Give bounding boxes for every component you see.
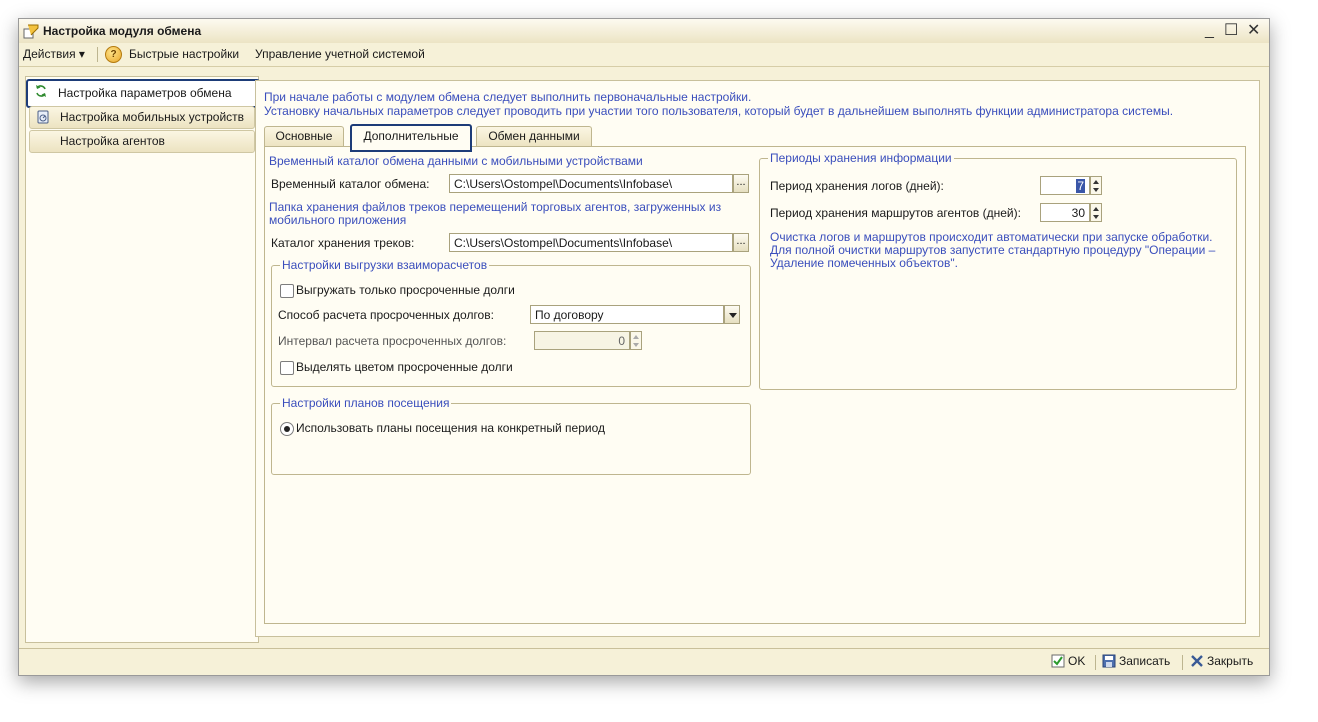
tab-data-exchange[interactable]: Обмен данными [476,126,592,147]
window-title: Настройка модуля обмена [43,24,202,38]
temp-dir-header: Временный каталог обмена данными с мобил… [269,154,643,168]
refresh-icon [36,85,46,97]
visit-plans-group: Настройки планов посещения Использовать … [271,396,751,475]
floppy-disk-icon [1102,654,1116,668]
save-button-label: Записать [1119,654,1171,668]
tab-additional[interactable]: Дополнительные [350,124,472,152]
sidebar-item-agents[interactable]: Настройка агентов [29,130,255,153]
cleanup-note-line-3: Удаление помеченных объектов". [770,256,958,270]
info-text-line-1: При начале работы с модулем обмена следу… [264,90,752,104]
actions-menu[interactable]: Действия ▾ [23,47,85,61]
tab-page-additional: Временный каталог обмена данными с мобил… [264,146,1246,624]
settings-sidebar: Настройка параметров обмена Настройка мо… [25,76,260,643]
routes-period-spinner[interactable] [1090,203,1102,222]
footer-bar: OK Записать Закрыть [19,648,1269,675]
menu-separator [97,47,98,62]
visit-plan-label: Использовать планы посещения на конкретн… [296,421,606,435]
logs-period-input[interactable]: 7 [1040,176,1090,195]
tab-basic[interactable]: Основные [264,126,344,147]
highlight-overdue-checkbox[interactable] [280,361,294,375]
tracks-header-line-1: Папка хранения файлов треков перемещений… [269,200,722,214]
calc-method-select[interactable]: По договору [530,305,724,324]
sidebar-item-label: Настройка агентов [60,134,165,148]
logs-period-value: 7 [1076,179,1085,193]
calc-interval-input: 0 [534,331,630,350]
sidebar-item-mobile-devices[interactable]: Настройка мобильных устройств [29,106,255,129]
temp-dir-input[interactable]: C:\Users\Ostompel\Documents\Infobase\ [449,174,733,193]
footer-separator [1095,655,1096,670]
close-window-button[interactable]: ✕ [1247,21,1260,41]
tracks-dir-input[interactable]: C:\Users\Ostompel\Documents\Infobase\ [449,233,733,252]
app-icon [23,24,39,39]
menu-bar: Действия ▾ ? Быстрые настройки Управлени… [19,43,1269,67]
help-icon[interactable]: ? [105,46,122,63]
visit-plan-radio[interactable] [280,422,294,436]
close-button[interactable]: Закрыть [1190,654,1253,668]
sidebar-item-label: Настройка параметров обмена [58,86,232,100]
ok-check-icon [1051,654,1065,668]
minimize-button[interactable]: _ [1205,21,1214,41]
tracks-dir-label: Каталог хранения треков: [271,236,415,250]
tracks-header-line-2: мобильного приложения [269,213,407,227]
quick-settings-button[interactable]: Быстрые настройки [129,47,239,61]
tracks-dir-browse-button[interactable]: ... [733,233,749,252]
manage-accounting-button[interactable]: Управление учетной системой [255,47,425,61]
close-button-label: Закрыть [1207,654,1254,668]
only-overdue-label: Выгружать только просроченные долги [296,283,515,297]
retention-group-title: Периоды хранения информации [768,151,954,165]
sidebar-item-exchange-params[interactable]: Настройка параметров обмена [26,79,260,108]
save-button[interactable]: Записать [1102,654,1170,668]
close-x-icon [1191,655,1203,667]
visit-group-title: Настройки планов посещения [280,396,452,410]
mobile-device-icon [37,110,49,124]
calc-interval-spinner [630,331,642,350]
logs-period-spinner[interactable] [1090,176,1102,195]
ok-button[interactable]: OK [1051,654,1085,668]
info-text-line-2: Установку начальных параметров следует п… [264,104,1174,118]
temp-dir-browse-button[interactable]: ... [733,174,749,193]
ok-button-label: OK [1068,654,1086,668]
retention-periods-group: Периоды хранения информации Период хране… [759,151,1237,390]
routes-period-input[interactable]: 30 [1040,203,1090,222]
only-overdue-checkbox[interactable] [280,284,294,298]
calc-method-dropdown-button[interactable] [724,305,740,324]
title-bar: Настройка модуля обмена _ ☐ ✕ [19,19,1269,44]
exchange-module-settings-window: Настройка модуля обмена _ ☐ ✕ Действия ▾… [18,18,1270,676]
calc-interval-label: Интервал расчета просроченных долгов: [278,334,507,348]
cleanup-note-line-2: Для полной очистки маршрутов запустите с… [770,243,1216,257]
settlements-group-title: Настройки выгрузки взаиморасчетов [280,258,490,272]
highlight-overdue-label: Выделять цветом просроченные долги [296,360,513,374]
calc-method-label: Способ расчета просроченных долгов: [278,308,494,322]
maximize-button[interactable]: ☐ [1224,21,1238,41]
settlements-export-group: Настройки выгрузки взаиморасчетов Выгруж… [271,258,751,387]
temp-dir-label: Временный каталог обмена: [271,177,430,191]
sidebar-item-label: Настройка мобильных устройств [60,110,245,124]
logs-period-label: Период хранения логов (дней): [770,179,944,193]
footer-separator [1182,655,1183,670]
cleanup-note-line-1: Очистка логов и маршрутов происходит авт… [770,230,1213,244]
routes-period-label: Период хранения маршрутов агентов (дней)… [770,206,1021,220]
main-panel: При начале работы с модулем обмена следу… [255,80,1260,637]
